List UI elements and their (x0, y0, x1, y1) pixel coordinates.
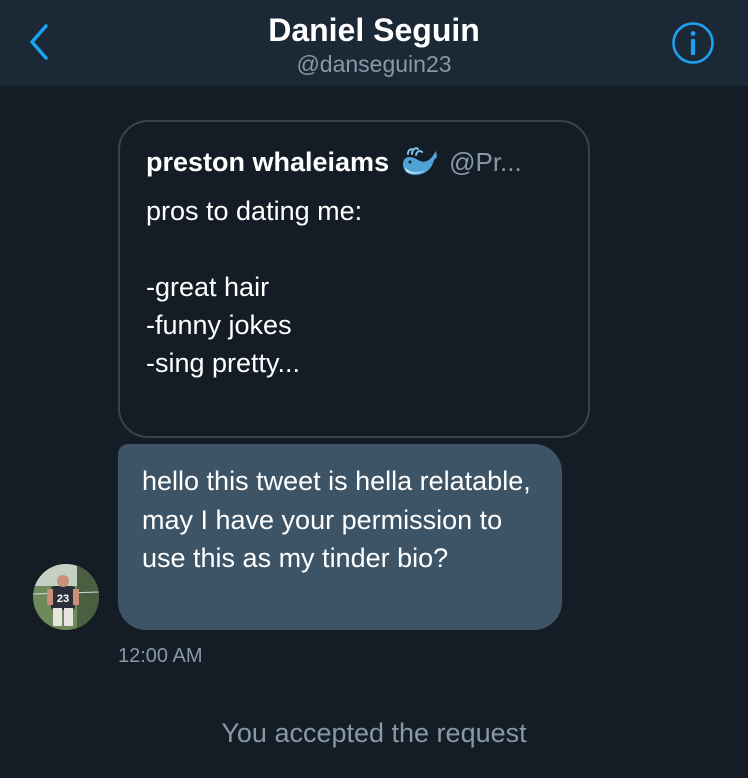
quoted-tweet-text: pros to dating me: -great hair -funny jo… (146, 192, 566, 382)
message-timestamp: 12:00 AM (118, 645, 203, 667)
quoted-tweet-display-name: preston whaleiams (146, 146, 390, 177)
info-button[interactable] (670, 20, 716, 66)
conversation-header: Daniel Seguin @danseguin23 (0, 0, 748, 87)
spouting-whale-icon (399, 145, 439, 179)
conversation-title: Daniel Seguin (268, 12, 480, 48)
message-text: hello this tweet is hella relatable, may… (142, 466, 531, 573)
quoted-tweet-line: pros to dating me: (146, 196, 363, 226)
avatar[interactable]: 23 (33, 564, 99, 630)
quoted-tweet-line: -sing pretty... (146, 348, 301, 378)
conversation-handle: @danseguin23 (296, 51, 452, 77)
quoted-tweet-header: preston whaleiams @Pr... (146, 144, 522, 180)
quoted-tweet-username: @Pr... (449, 146, 522, 177)
quoted-tweet-line (146, 230, 566, 268)
quoted-tweet-line: -funny jokes (146, 310, 292, 340)
avatar-jersey-number: 23 (57, 593, 69, 605)
quoted-tweet-card[interactable]: preston whaleiams @Pr... pros to dating … (118, 120, 590, 438)
message-bubble[interactable]: hello this tweet is hella relatable, may… (118, 444, 562, 630)
quoted-tweet-line: -great hair (146, 272, 270, 302)
info-icon (672, 22, 714, 64)
request-accepted-notice: You accepted the request (221, 718, 527, 748)
